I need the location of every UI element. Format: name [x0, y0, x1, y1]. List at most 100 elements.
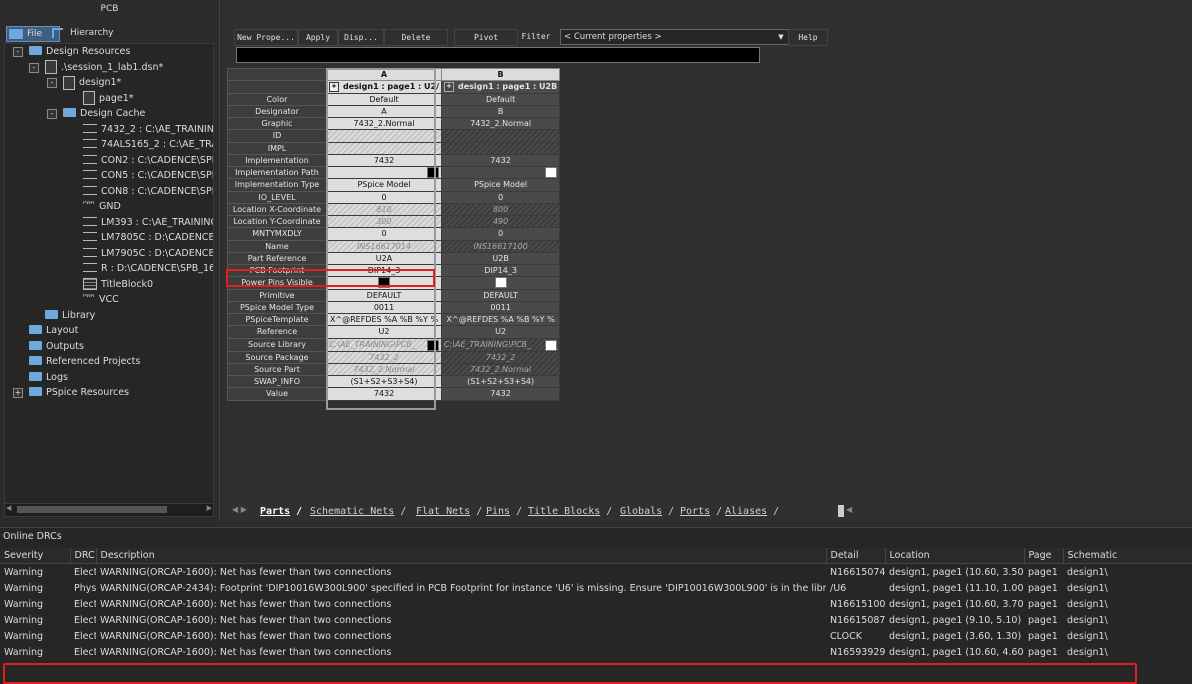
property-name[interactable]: Source Part	[227, 362, 327, 377]
drc-row[interactable]: Warning Electrical WARNING(ORCAP-1600): Ne…	[0, 564, 1192, 581]
property-value-cell[interactable]	[441, 165, 561, 180]
property-name[interactable]: IMPL	[227, 141, 327, 155]
browse-swatch[interactable]	[427, 339, 440, 350]
property-value-cell[interactable]	[441, 141, 561, 155]
collapse-icon[interactable]: -	[47, 109, 57, 119]
tree-item[interactable]: - Design Resources	[13, 44, 130, 59]
property-value-cell[interactable]: 800	[441, 202, 561, 217]
new-property-button[interactable]: New Prope...	[234, 29, 298, 46]
tree-item[interactable]: LM393 : C:\AE_TRAINING\SPI	[83, 215, 213, 230]
property-name[interactable]: Reference	[227, 325, 327, 339]
column-title-cell[interactable]: + design1 : page1 : U2/	[325, 80, 443, 94]
tree-horizontal-scrollbar[interactable]: ◀ ▶	[4, 503, 214, 517]
property-value-cell[interactable]: X^@REFDES %A %B %Y %	[325, 312, 443, 327]
property-value-cell[interactable]: Default	[325, 92, 443, 106]
property-value-cell[interactable]: PSpice Model	[325, 178, 443, 192]
property-name[interactable]: Color	[227, 92, 327, 106]
property-value-cell[interactable]	[325, 165, 443, 180]
column-letter-a[interactable]: A	[325, 67, 443, 82]
delete-property-button[interactable]: Delete Pro...	[384, 29, 448, 57]
tree-item[interactable]: Outputs	[29, 339, 84, 354]
drc-row[interactable]: Warning Electrical WARNING(ORCAP-1600): Ne…	[0, 612, 1192, 628]
property-value-cell[interactable]: 300	[325, 214, 443, 229]
property-name[interactable]: MNTYMXDLY	[227, 227, 327, 241]
property-name[interactable]: PCB Footprint	[227, 263, 327, 278]
collapse-icon[interactable]: -	[29, 62, 39, 73]
property-name[interactable]: Power Pins Visible	[227, 276, 327, 290]
property-value-cell[interactable]: 7432_2.Normal	[441, 362, 561, 377]
chevron-down-icon[interactable]: ▼	[776, 30, 786, 44]
property-value-cell[interactable]: Default	[441, 92, 561, 106]
tree-item[interactable]: R : D:\CADENCE\SPB_16.3	[83, 261, 213, 276]
sheet-tab[interactable]: Parts /	[260, 505, 302, 518]
tree-item[interactable]: + PSpice Resources	[13, 385, 129, 400]
property-name[interactable]: Value	[227, 387, 327, 401]
tree-item[interactable]: Referenced Projects	[29, 354, 140, 369]
property-name[interactable]: Implementation	[227, 153, 327, 168]
property-value-cell[interactable]: (S1+S2+S3+S4)	[441, 374, 561, 389]
property-value-cell[interactable]: B	[441, 104, 561, 119]
tree-item[interactable]: CON2 : C:\CADENCE\SPB	[83, 153, 213, 168]
color-swatch[interactable]	[545, 167, 558, 178]
tree-item[interactable]: CON5 : C:\CADENCE\SPB	[83, 168, 213, 183]
sheet-tab[interactable]: Globals /	[620, 505, 674, 518]
tree-item[interactable]: - Design Cache	[47, 106, 145, 121]
scroll-thumb[interactable]	[17, 506, 167, 513]
property-value-cell[interactable]: PSpice Model	[441, 178, 561, 192]
tree-item[interactable]: Layout	[29, 323, 78, 338]
property-value-cell[interactable]: INS16617014	[325, 239, 443, 253]
property-value-cell[interactable]: DIP14_3	[325, 263, 443, 278]
drc-column-header[interactable]: Schematic	[1063, 548, 1192, 564]
property-value-cell[interactable]: 0011	[441, 300, 561, 315]
property-value-cell[interactable]: U2	[325, 325, 443, 339]
property-value-cell[interactable]: 0	[325, 227, 443, 241]
sheet-tab[interactable]: Pins /	[486, 505, 522, 518]
expand-icon[interactable]: +	[444, 81, 455, 92]
property-name[interactable]: Source Package	[227, 350, 327, 364]
property-value-cell[interactable]	[325, 276, 443, 290]
tab-nav-arrows-icon[interactable]: ◀ ▶	[232, 505, 247, 514]
tree-item[interactable]: PWR GND GND	[83, 199, 121, 214]
property-value-cell[interactable]	[441, 129, 561, 143]
property-name[interactable]: Primitive	[227, 288, 327, 302]
help-button[interactable]: Help	[788, 29, 828, 46]
color-swatch[interactable]	[427, 167, 440, 178]
tree-item[interactable]: Logs	[29, 370, 68, 385]
column-title-cell[interactable]: + design1 : page1 : U2B	[441, 80, 561, 94]
property-name[interactable]: Location Y-Coordinate	[227, 214, 327, 229]
property-name[interactable]: PSpice Model Type	[227, 300, 327, 315]
property-value-cell[interactable]: C:\AE_TRAINING\PCB_	[441, 337, 561, 352]
property-value-cell[interactable]: X^@REFDES %A %B %Y %	[441, 312, 561, 327]
property-name[interactable]: SWAP_INFO	[227, 374, 327, 389]
property-name[interactable]: Implementation Path	[227, 165, 327, 180]
property-name[interactable]: Source Library	[227, 337, 327, 352]
property-value-cell[interactable]: A	[325, 104, 443, 119]
property-value-cell[interactable]: 7432	[441, 153, 561, 168]
property-value-cell[interactable]: 7432_2	[325, 350, 443, 364]
scroll-right-icon[interactable]: ▶	[207, 504, 212, 512]
tree-item[interactable]: LM7905C : D:\CADENCE\	[83, 246, 213, 261]
tree-item[interactable]: 74ALS165_2 : C:\AE_TRAI	[83, 137, 213, 152]
apply-button[interactable]: Apply	[298, 29, 338, 46]
property-value-cell[interactable]: 7432_2	[441, 350, 561, 364]
property-value-cell[interactable]: U2A	[325, 251, 443, 266]
property-value-cell[interactable]: DEFAULT	[441, 288, 561, 302]
property-value-cell[interactable]: 810	[325, 202, 443, 217]
property-name[interactable]: Part Reference	[227, 251, 327, 266]
property-value-cell[interactable]: 7432_2.Normal	[441, 116, 561, 131]
drc-column-header[interactable]: Severity	[0, 548, 71, 564]
expand-icon[interactable]: +	[329, 81, 339, 92]
filter-select[interactable]: < Current properties > ▼	[560, 29, 789, 45]
property-name[interactable]: Name	[227, 239, 327, 253]
drc-row[interactable]: Warning Electrical WARNING(ORCAP-1600): Ne…	[0, 628, 1192, 644]
property-name[interactable]: Graphic	[227, 116, 327, 131]
drc-column-header[interactable]: Description	[96, 548, 827, 564]
sheet-tab[interactable]: Aliases /	[725, 505, 779, 518]
property-name[interactable]: IO_LEVEL	[227, 190, 327, 204]
display-button[interactable]: Disp...	[338, 29, 384, 46]
property-value-cell[interactable]: DEFAULT	[325, 288, 443, 302]
property-value-cell[interactable]: 7432_2.Normal	[325, 116, 443, 131]
property-value-cell[interactable]: 490	[441, 214, 561, 229]
property-name[interactable]: PSpiceTemplate	[227, 312, 327, 327]
property-value-cell[interactable]: 7432	[325, 153, 443, 168]
